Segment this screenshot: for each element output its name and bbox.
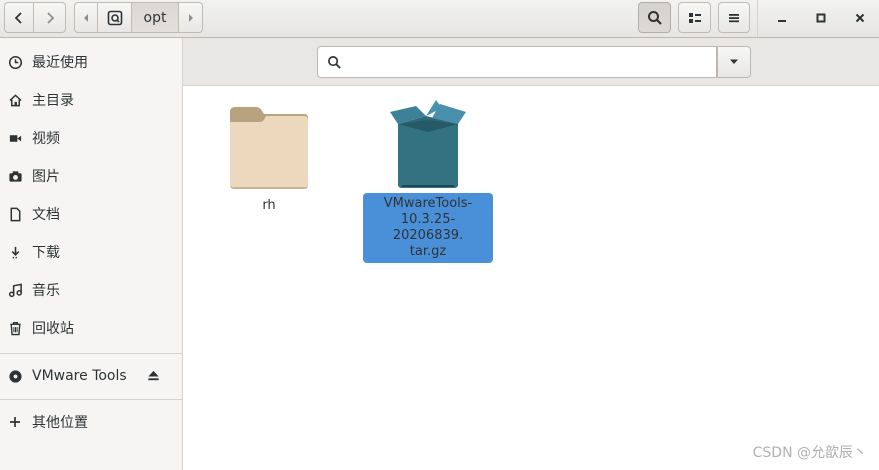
- file-name-line: VMwareTools-: [383, 196, 473, 211]
- view-toggle-icon: [688, 12, 701, 23]
- file-item-archive[interactable]: VMwareTools- 10.3.25-20206839. tar.gz: [363, 98, 493, 263]
- clock-icon: [7, 54, 23, 70]
- folder-icon: [230, 107, 308, 189]
- path-scroll-left-button[interactable]: [74, 2, 98, 33]
- root-drive-icon: [107, 10, 122, 25]
- sidebar-item-label: VMware Tools: [32, 368, 127, 384]
- maximize-icon: [816, 13, 826, 23]
- music-icon: [7, 282, 23, 298]
- chevron-down-icon: [730, 59, 738, 64]
- sidebar-item-label: 视频: [32, 131, 60, 147]
- sidebar-item-music[interactable]: 音乐: [0, 271, 182, 309]
- header-bar: opt: [0, 0, 879, 38]
- download-icon: [7, 244, 23, 260]
- sidebar: 最近使用 主目录 视频 图片 文档 下载 音乐 回收站 VMware Tools…: [0, 38, 183, 470]
- header-separator: [757, 0, 758, 37]
- chevron-left-icon: [14, 11, 22, 24]
- camera-icon: [7, 168, 23, 184]
- watermark: CSDN @允歆辰丶: [752, 445, 867, 461]
- sidebar-item-pictures[interactable]: 图片: [0, 157, 182, 195]
- sidebar-separator: [0, 399, 182, 400]
- disc-icon: [7, 368, 23, 384]
- file-name-selected: VMwareTools- 10.3.25-20206839. tar.gz: [363, 193, 493, 263]
- search-icon: [647, 10, 662, 25]
- sidebar-item-label: 音乐: [32, 283, 60, 299]
- search-input[interactable]: [348, 52, 712, 74]
- sidebar-item-label: 下载: [32, 245, 60, 261]
- path-scroll-right-button[interactable]: [179, 2, 203, 33]
- sidebar-item-documents[interactable]: 文档: [0, 195, 182, 233]
- sidebar-item-label: 其他位置: [32, 415, 88, 431]
- sidebar-item-label: 图片: [32, 169, 60, 185]
- sidebar-item-vmware-tools[interactable]: VMware Tools: [0, 357, 182, 395]
- forward-button[interactable]: [34, 2, 66, 33]
- chevron-right-icon: [46, 11, 54, 24]
- search-field[interactable]: [317, 46, 717, 78]
- sidebar-item-home[interactable]: 主目录: [0, 81, 182, 119]
- sidebar-item-label: 主目录: [32, 93, 74, 109]
- search-icon: [328, 56, 341, 69]
- maximize-button[interactable]: [806, 4, 836, 32]
- sidebar-item-label: 最近使用: [32, 55, 88, 71]
- file-name: rh: [262, 198, 276, 213]
- sidebar-item-recent[interactable]: 最近使用: [0, 43, 182, 81]
- plus-icon: [7, 414, 23, 430]
- path-label: opt: [143, 9, 167, 26]
- close-icon: [855, 13, 865, 23]
- minimize-icon: [778, 20, 786, 22]
- view-mode-button[interactable]: [678, 2, 711, 33]
- video-icon: [7, 130, 23, 146]
- search-toggle-button[interactable]: [638, 2, 671, 33]
- file-item-folder[interactable]: rh: [218, 100, 320, 214]
- back-button[interactable]: [4, 2, 34, 33]
- package-archive-icon: [390, 100, 466, 188]
- arrow-left-small-icon: [84, 13, 88, 22]
- minimize-button[interactable]: [767, 4, 797, 32]
- hamburger-menu-icon: [729, 13, 739, 22]
- home-icon: [7, 92, 23, 108]
- search-bar: [183, 38, 879, 86]
- eject-icon[interactable]: [146, 368, 162, 384]
- sidebar-item-other-locations[interactable]: 其他位置: [0, 403, 182, 441]
- document-icon: [7, 206, 23, 222]
- sidebar-item-trash[interactable]: 回收站: [0, 309, 182, 347]
- file-name-line: tar.gz: [409, 244, 447, 259]
- sidebar-item-downloads[interactable]: 下载: [0, 233, 182, 271]
- search-options-button[interactable]: [717, 46, 751, 78]
- menu-button[interactable]: [718, 2, 750, 33]
- file-name-line: 10.3.25-20206839.: [392, 212, 464, 243]
- file-view: rh VMwareTools- 10.3.25-20206839. tar.gz: [183, 86, 879, 470]
- path-root-button[interactable]: [98, 2, 132, 33]
- sidebar-item-label: 回收站: [32, 321, 74, 337]
- sidebar-item-label: 文档: [32, 207, 60, 223]
- arrow-right-small-icon: [188, 13, 193, 22]
- path-item-opt[interactable]: opt: [132, 2, 179, 33]
- sidebar-item-videos[interactable]: 视频: [0, 119, 182, 157]
- trash-icon: [7, 320, 23, 336]
- sidebar-separator: [0, 353, 182, 354]
- close-button[interactable]: [845, 4, 875, 32]
